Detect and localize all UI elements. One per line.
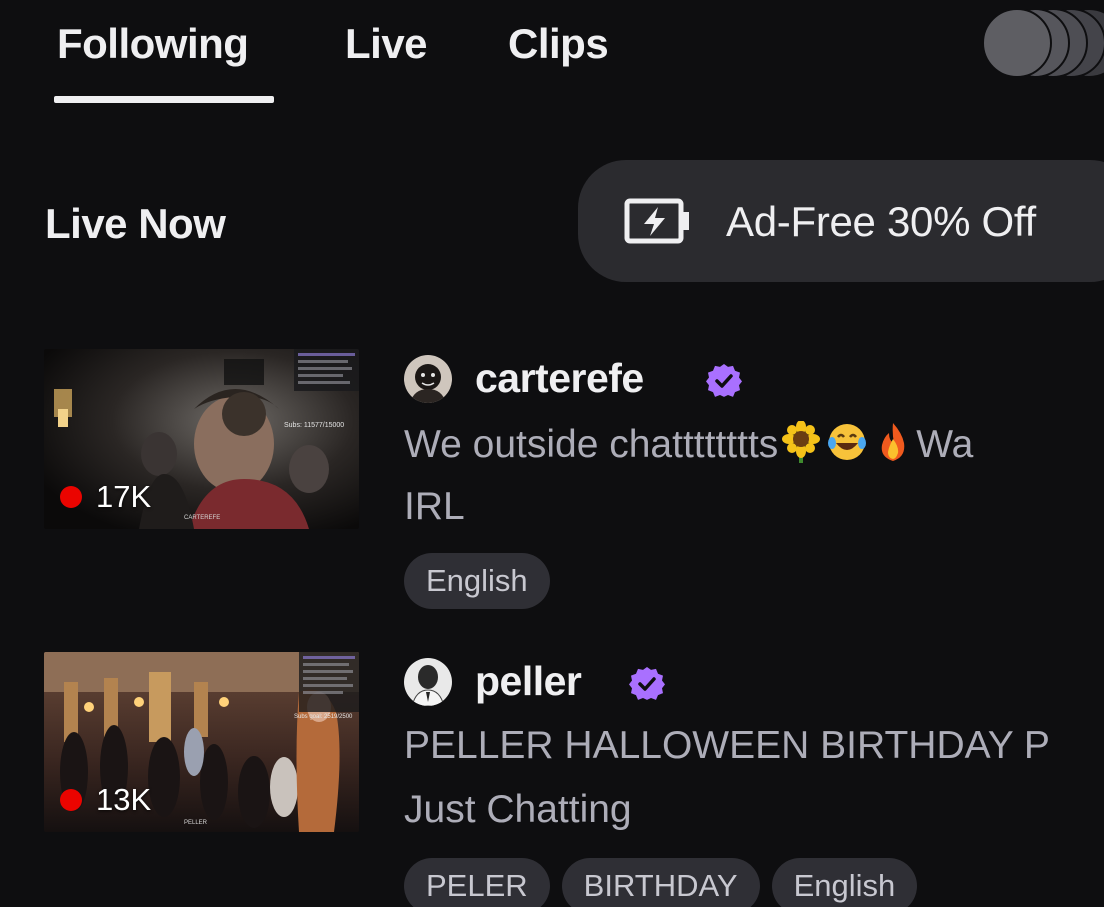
stream-title: We outside chatttttttts Wa [404,421,973,467]
tag-chip[interactable]: English [404,553,550,609]
tab-live[interactable]: Live [345,20,428,68]
active-tab-indicator [54,96,274,103]
channel-name[interactable]: carterefe [475,355,644,402]
stream-title-text: We outside chatttttttts [404,423,779,466]
tab-following[interactable]: Following [57,20,249,68]
stream-tags: PELER BIRTHDAY English [404,858,918,907]
channel-avatar[interactable] [404,658,452,706]
followed-avatars-stack[interactable] [982,8,1104,80]
tag-chip[interactable]: PELER [404,858,550,907]
stream-card[interactable]: Subs: 11577/15000 CARTEREFE 17K carteref… [0,349,1104,619]
avatar [982,8,1052,78]
stream-category[interactable]: IRL [404,485,465,529]
avatar [404,355,452,403]
verified-badge-icon [706,363,742,397]
battery-bolt-icon [624,198,689,244]
fire-icon [882,423,905,461]
live-dot-icon [60,789,82,811]
thumbnail-overlay-text: Subs: 11577/15000 [284,422,344,429]
tag-chip[interactable]: English [771,858,918,907]
ad-free-label: Ad-Free 30% Off [726,198,1036,245]
verified-badge-icon [629,666,665,700]
thumbnail-watermark: PELLER [184,820,208,826]
stream-title: PELLER HALLOWEEN BIRTHDAY P [404,724,1050,767]
tag-chip[interactable]: BIRTHDAY [561,858,760,907]
thumbnail-overlay-text: Subs goal: 2519/2500 [294,714,353,720]
following-page: Following Live Clips Live Now Ad-Free 30… [0,0,1104,907]
stream-category[interactable]: Just Chatting [404,788,632,832]
viewer-count: 13K [96,782,152,817]
channel-avatar[interactable] [404,355,452,403]
viewer-count-badge: 13K [60,782,151,818]
stream-title-tail: Wa [916,423,974,466]
viewer-count: 17K [96,479,152,514]
tab-clips[interactable]: Clips [508,20,609,68]
ad-free-promo-button[interactable]: Ad-Free 30% Off [578,160,1104,282]
sunflower-icon [782,421,821,463]
thumbnail-watermark: CARTEREFE [184,515,220,521]
stream-tags: English [404,553,550,609]
live-dot-icon [60,486,82,508]
stream-card[interactable]: Subs goal: 2519/2500 PELLER 13K peller P… [0,652,1104,907]
viewer-count-badge: 17K [60,479,151,515]
laughing-tears-icon [828,424,867,460]
stream-thumbnail[interactable]: Subs goal: 2519/2500 PELLER 13K [44,652,359,832]
stream-thumbnail[interactable]: Subs: 11577/15000 CARTEREFE 17K [44,349,359,529]
channel-name[interactable]: peller [475,658,582,705]
section-title-live-now: Live Now [45,200,226,247]
avatar [404,658,452,706]
